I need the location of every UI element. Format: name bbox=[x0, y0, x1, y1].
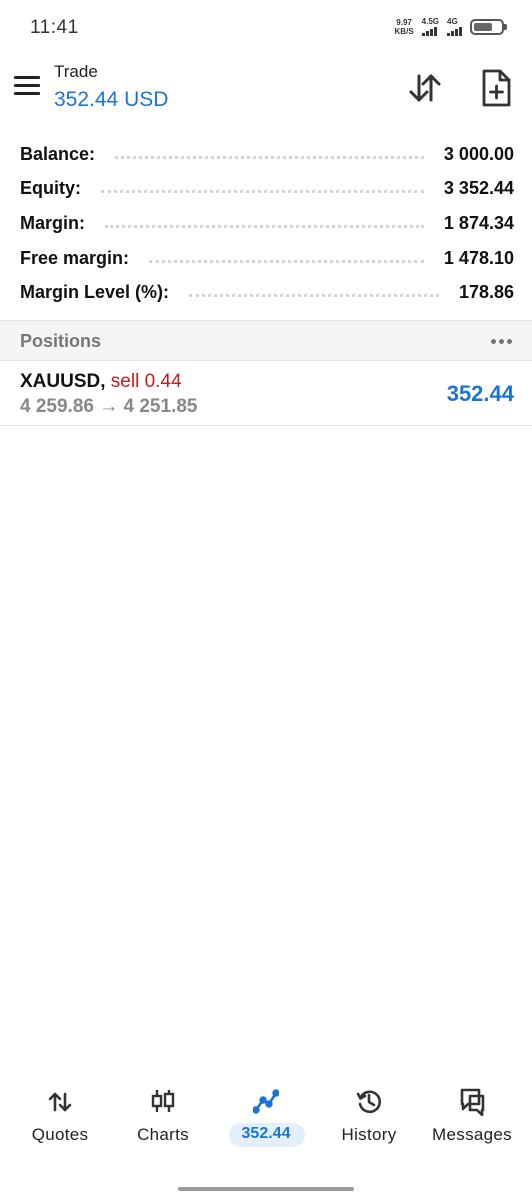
dotted-leader bbox=[189, 294, 439, 298]
summary-row-margin: Margin: 1 874.34 bbox=[20, 206, 514, 241]
messages-icon bbox=[460, 1088, 485, 1116]
candlestick-icon bbox=[151, 1090, 175, 1112]
dotted-leader bbox=[105, 224, 424, 228]
position-row[interactable]: XAUUSD, sell 0.44 4 259.86 → 4 251.85 35… bbox=[0, 361, 532, 426]
summary-row-free-margin: Free margin: 1 478.10 bbox=[20, 241, 514, 276]
summary-label: Margin Level (%): bbox=[20, 282, 170, 303]
position-prices: 4 259.86 → 4 251.85 bbox=[20, 396, 198, 417]
summary-value: 178.86 bbox=[458, 282, 514, 303]
summary-value: 1 478.10 bbox=[443, 247, 514, 268]
nav-label-history: History bbox=[341, 1125, 397, 1144]
bottom-navigation: Quotes Charts 352.44 History Messages bbox=[0, 1080, 532, 1160]
position-profit: 352.44 bbox=[446, 381, 514, 406]
home-indicator[interactable] bbox=[178, 1187, 354, 1191]
positions-title: Positions bbox=[20, 331, 102, 351]
dotted-leader bbox=[115, 155, 424, 159]
history-clock-icon bbox=[356, 1090, 382, 1114]
summary-row-balance: Balance: 3 000.00 bbox=[20, 137, 514, 172]
nav-label-quotes: Quotes bbox=[31, 1125, 89, 1144]
signal-bars-icon bbox=[421, 27, 437, 36]
signal-4-5g-label: 4.5G bbox=[421, 17, 439, 26]
nav-item-messages[interactable]: Messages bbox=[419, 1080, 525, 1150]
battery-icon bbox=[470, 19, 507, 35]
nav-item-charts[interactable]: Charts bbox=[110, 1080, 216, 1150]
summary-label: Margin: bbox=[20, 212, 85, 233]
position-symbol: XAUUSD, bbox=[20, 371, 106, 392]
position-symbol-line: XAUUSD, sell 0.44 bbox=[20, 371, 182, 393]
summary-value: 3 000.00 bbox=[443, 143, 514, 164]
hamburger-menu-icon[interactable] bbox=[14, 76, 40, 96]
signal-4-5g: 4.5G bbox=[421, 17, 439, 36]
summary-row-equity: Equity: 3 352.44 bbox=[20, 172, 514, 207]
position-side-volume: sell 0.44 bbox=[110, 371, 182, 392]
dotted-leader bbox=[149, 259, 424, 263]
network-speed: 9.97 KB/S bbox=[395, 18, 414, 36]
nav-label-charts: Charts bbox=[137, 1125, 189, 1144]
page-title: Trade bbox=[54, 62, 98, 81]
status-indicators: 9.97 KB/S 4.5G 4G bbox=[395, 17, 507, 36]
new-order-icon[interactable] bbox=[478, 68, 514, 108]
dotted-leader bbox=[101, 190, 424, 194]
summary-row-margin-level: Margin Level (%): 178.86 bbox=[20, 275, 514, 310]
summary-label: Balance: bbox=[20, 143, 96, 164]
sort-arrows-icon[interactable] bbox=[406, 70, 444, 106]
network-speed-unit: KB/S bbox=[394, 27, 414, 36]
summary-value: 1 874.34 bbox=[443, 212, 514, 233]
summary-label: Equity: bbox=[20, 178, 81, 199]
account-summary: Balance: 3 000.00 Equity: 3 352.44 Margi… bbox=[20, 137, 514, 310]
status-time: 11:41 bbox=[30, 17, 79, 38]
trade-line-icon bbox=[253, 1089, 279, 1114]
summary-label: Free margin: bbox=[20, 247, 130, 268]
signal-bars-icon bbox=[447, 27, 462, 36]
nav-item-history[interactable]: History bbox=[316, 1080, 422, 1150]
positions-section-header[interactable]: Positions bbox=[0, 320, 532, 361]
summary-value: 3 352.44 bbox=[443, 178, 514, 199]
nav-label-messages: Messages bbox=[432, 1125, 512, 1144]
nav-item-quotes[interactable]: Quotes bbox=[7, 1080, 113, 1150]
nav-label-trade[interactable]: 352.44 bbox=[228, 1125, 304, 1143]
app-header: Trade 352.44 USD bbox=[0, 56, 532, 120]
status-bar: 11:41 9.97 KB/S 4.5G 4G bbox=[0, 0, 532, 56]
more-options-icon[interactable] bbox=[491, 339, 512, 344]
account-profit: 352.44 USD bbox=[54, 88, 169, 111]
quotes-arrows-icon bbox=[48, 1092, 72, 1112]
network-speed-value: 9.97 bbox=[396, 18, 412, 27]
signal-4g: 4G bbox=[447, 18, 462, 36]
signal-4g-label: 4G bbox=[447, 17, 458, 26]
